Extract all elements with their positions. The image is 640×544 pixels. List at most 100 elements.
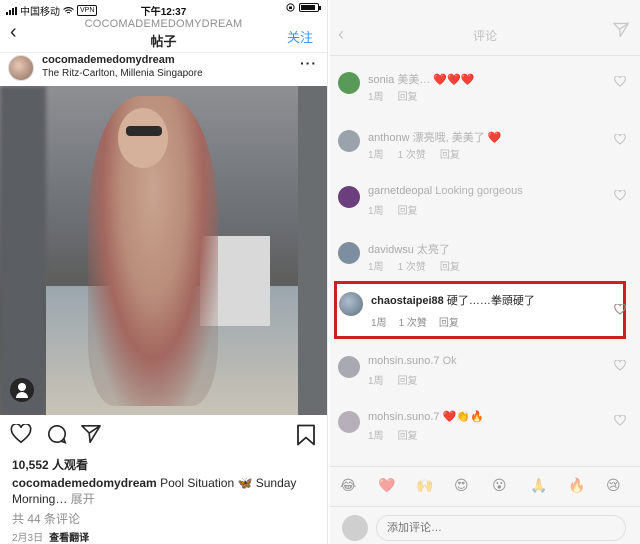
comment-likes[interactable]: 1 次赞 — [398, 262, 426, 273]
image-sunglasses — [126, 126, 162, 136]
comment-composer — [330, 506, 640, 544]
comment-item: sonia 美美… ❤️❤️❤️ 1周 回复 — [330, 66, 640, 116]
comment-time: 1周 — [368, 92, 384, 103]
comment-text: 美美… ❤️❤️❤️ — [397, 74, 475, 86]
comment-time: 1周 — [371, 318, 387, 329]
comment-heart-icon[interactable] — [614, 76, 626, 87]
emoji-raised-hands-button[interactable]: 🙌 — [416, 477, 433, 494]
comment-username[interactable]: mohsin.suno.7 — [368, 411, 440, 423]
comment-item: mohsin.suno.7 Ok 1周 回复 — [330, 350, 640, 400]
post-username[interactable]: cocomademedomydream — [42, 54, 175, 66]
commenter-avatar[interactable] — [339, 292, 363, 316]
commenter-avatar[interactable] — [338, 72, 360, 94]
comment-username[interactable]: anthonw — [368, 132, 410, 144]
commenter-avatar[interactable] — [338, 186, 360, 208]
comment-text: ❤️👏🔥 — [442, 411, 484, 423]
comment-heart-icon[interactable] — [614, 360, 626, 371]
heart-icon[interactable] — [10, 424, 32, 444]
caption-username[interactable]: cocomademedomydream — [12, 476, 157, 490]
nav-username: COCOMADEMEDOMYDREAM — [84, 18, 243, 30]
comment-time: 1周 — [368, 376, 384, 387]
comments-title: 评论 — [472, 29, 497, 43]
comment-item: garnetdeopal Looking gorgeous 1周 回复 — [330, 180, 640, 230]
reply-button[interactable]: 回复 — [398, 206, 418, 217]
image-blur-right — [298, 86, 327, 415]
image-person-head — [118, 108, 168, 168]
caption-expand-link[interactable]: 展开 — [71, 492, 95, 506]
bookmark-icon[interactable] — [296, 424, 316, 446]
post-date-row: 2月3日 查看翻译 — [12, 529, 89, 544]
commenter-avatar[interactable] — [338, 130, 360, 152]
emoji-quick-bar: 😂 ❤️ 🙌 😍 😮 🙏 🔥 😢 — [330, 466, 640, 506]
comment-heart-icon[interactable] — [614, 134, 626, 145]
share-icon[interactable] — [80, 424, 102, 444]
post-date: 2月3日 — [12, 533, 44, 544]
post-actions — [0, 420, 327, 450]
avatar[interactable] — [8, 55, 34, 81]
comment-icon[interactable] — [46, 424, 68, 444]
comment-likes[interactable]: 1 次贊 — [399, 318, 427, 329]
see-translation-link[interactable]: 查看翻译 — [49, 533, 89, 544]
comment-heart-icon[interactable] — [614, 415, 626, 426]
commenter-avatar[interactable] — [338, 242, 360, 264]
comment-username[interactable]: mohsin.suno.7 — [368, 355, 440, 367]
more-options-icon[interactable]: ··· — [300, 55, 317, 71]
comment-text: 硬了……拳頭硬了 — [443, 295, 535, 307]
commenter-avatar[interactable] — [338, 356, 360, 378]
emoji-pray-button[interactable]: 🙏 — [530, 477, 547, 494]
battery-icon — [299, 3, 321, 12]
comment-username[interactable]: davidwsu — [368, 244, 414, 256]
comment-item: anthonw 漂亮哦, 美美了 ❤️ 1周 1 次赞 回复 — [330, 124, 640, 174]
image-blur-left — [0, 86, 46, 415]
comment-input[interactable] — [376, 515, 626, 541]
comments-nav-bar: ‹ 评论 — [330, 0, 640, 56]
comment-time: 1周 — [368, 431, 384, 442]
post-screen: 中国移动 VPN 下午12:37 ‹ COCOMADEMEDOMYDREAM 帖… — [0, 0, 328, 544]
emoji-laugh-button[interactable]: 😂 — [340, 477, 356, 494]
comment-text: 漂亮哦, 美美了 ❤️ — [412, 132, 502, 144]
comment-likes[interactable]: 1 次赞 — [398, 150, 426, 161]
comment-text: Looking gorgeous — [435, 185, 523, 197]
post-location[interactable]: The Ritz-Carlton, Millenia Singapore — [42, 68, 203, 79]
emoji-heart-button[interactable]: ❤️ — [378, 477, 395, 494]
post-header: cocomademedomydream The Ritz-Carlton, Mi… — [0, 53, 327, 85]
comment-heart-icon[interactable] — [614, 190, 626, 201]
status-bar: 中国移动 VPN 下午12:37 — [0, 0, 327, 18]
commenter-avatar[interactable] — [338, 411, 360, 433]
comment-time: 1周 — [368, 206, 384, 217]
orientation-lock-icon — [286, 3, 295, 12]
view-count: 10,552 人观看 — [12, 458, 89, 472]
reply-button[interactable]: 回复 — [440, 150, 460, 161]
comment-text: 太亮了 — [416, 244, 450, 256]
comments-screen: ‹ 评论 sonia 美美… ❤️❤️❤️ 1周 回复 anthonw 漂亮哦, … — [330, 0, 640, 544]
reply-button[interactable]: 回复 — [439, 318, 459, 329]
post-nav-bar: ‹ COCOMADEMEDOMYDREAM 帖子 关注 — [0, 17, 327, 53]
comment-text: Ok — [442, 355, 457, 367]
emoji-wow-button[interactable]: 😮 — [492, 477, 507, 494]
comment-time: 1周 — [368, 150, 384, 161]
emoji-heart-eyes-button[interactable]: 😍 — [454, 477, 469, 494]
comment-item: mohsin.suno.7 ❤️👏🔥 1周 回复 — [330, 405, 640, 455]
emoji-cry-button[interactable]: 😢 — [606, 477, 621, 494]
emoji-fire-button[interactable]: 🔥 — [568, 477, 585, 494]
comment-username[interactable]: chaostaipei88 — [371, 295, 444, 307]
send-icon[interactable] — [612, 22, 630, 38]
comment-heart-icon[interactable] — [614, 304, 626, 315]
highlighted-comment: chaostaipei88 硬了……拳頭硬了 1周 1 次贊 回复 — [334, 281, 626, 339]
user-tag-icon[interactable] — [10, 378, 34, 402]
avatar — [342, 515, 368, 541]
status-time: 下午12:37 — [140, 7, 187, 18]
reply-button[interactable]: 回复 — [398, 431, 418, 442]
post-image[interactable] — [0, 86, 327, 415]
comment-username[interactable]: garnetdeopal — [368, 185, 432, 197]
follow-button[interactable]: 关注 — [287, 27, 313, 46]
post-caption: cocomademedomydream Pool Situation 🦋 Sun… — [12, 475, 317, 507]
reply-button[interactable]: 回复 — [398, 376, 418, 387]
comment-time: 1周 — [368, 262, 384, 273]
comment-item: davidwsu 太亮了 1周 1 次赞 回复 — [330, 236, 640, 286]
nav-title: 帖子 — [150, 34, 177, 49]
comment-username[interactable]: sonia — [368, 74, 394, 86]
view-comments-link[interactable]: 共 44 条评论 — [12, 510, 80, 527]
reply-button[interactable]: 回复 — [440, 262, 460, 273]
reply-button[interactable]: 回复 — [398, 92, 418, 103]
